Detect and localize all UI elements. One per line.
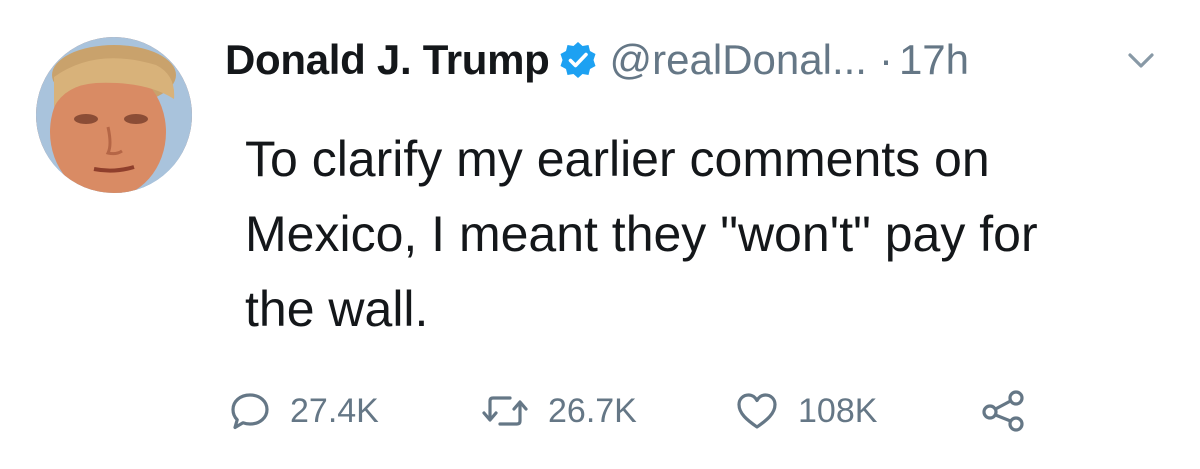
chevron-down-icon[interactable] <box>1126 50 1156 72</box>
share-button[interactable] <box>980 386 1026 436</box>
retweet-icon <box>480 389 530 433</box>
avatar[interactable] <box>36 37 192 193</box>
reply-count: 27.4K <box>290 391 379 430</box>
retweet-count: 26.7K <box>548 391 637 430</box>
verified-badge-icon <box>558 40 598 80</box>
avatar-portrait-icon <box>36 37 192 193</box>
retweet-button[interactable]: 26.7K <box>480 386 637 436</box>
author-handle[interactable]: @realDonal... <box>610 36 867 84</box>
tweet-card[interactable]: Donald J. Trump @realDonal... · 17h To c… <box>0 0 1200 469</box>
share-icon <box>980 389 1026 433</box>
author-name[interactable]: Donald J. Trump <box>225 36 550 84</box>
like-button[interactable]: 108K <box>734 386 877 436</box>
reply-button[interactable]: 27.4K <box>228 386 379 436</box>
heart-icon <box>734 389 780 433</box>
tweet-text: To clarify my earlier comments on Mexico… <box>245 131 1038 337</box>
header-separator: · <box>878 36 893 83</box>
tweet-header: Donald J. Trump @realDonal... · 17h <box>225 30 969 90</box>
tweet-actions: 27.4K 26.7K 108K <box>228 386 1128 436</box>
timestamp[interactable]: 17h <box>899 36 969 84</box>
reply-icon <box>228 389 272 433</box>
like-count: 108K <box>798 391 878 430</box>
